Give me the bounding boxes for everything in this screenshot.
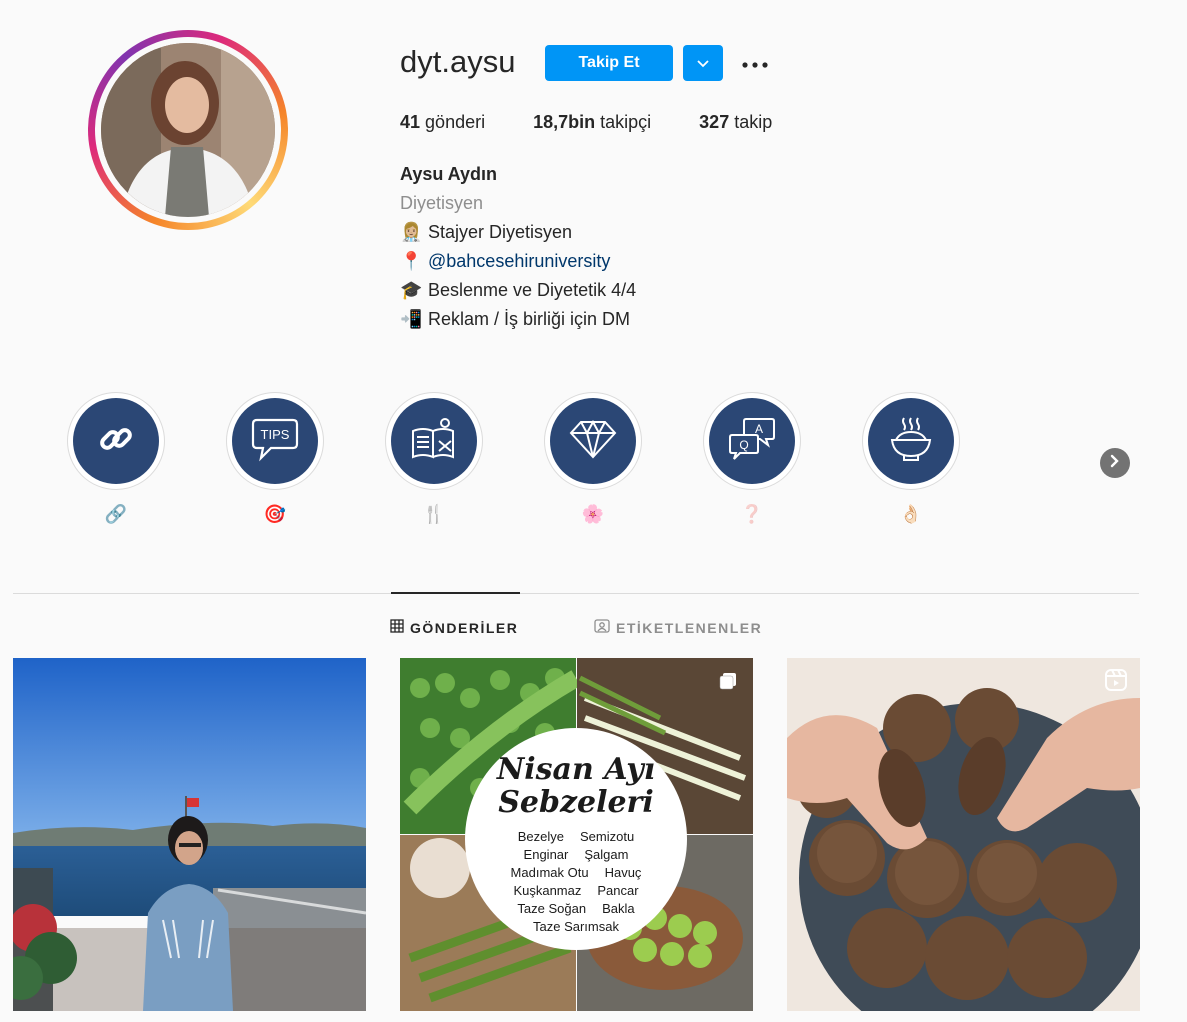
highlight-item[interactable]: TIPS 🎯 (225, 392, 325, 526)
profile-page: dyt.aysu Takip Et 41 gönderi 18,7bin tak… (0, 0, 1187, 1022)
graduation-cap-emoji: 🎓 (400, 280, 423, 300)
highlight-label: 🌸 (581, 504, 605, 524)
grid-icon (390, 619, 410, 636)
posts-count-stat: 41 gönderi (400, 112, 486, 132)
more-options-button[interactable] (740, 52, 770, 76)
carousel-icon (719, 672, 737, 690)
suggested-accounts-button[interactable] (683, 45, 723, 81)
link-icon (96, 419, 136, 464)
highlights-next-button[interactable] (1100, 448, 1130, 478)
tips-bubble-icon: TIPS (249, 416, 301, 467)
post-thumbnail[interactable] (787, 658, 1140, 1011)
recipe-book-icon (409, 417, 459, 466)
profile-stats: 41 gönderi 18,7bin takipçi 327 takip (400, 112, 820, 133)
reel-icon (1104, 668, 1128, 692)
highlight-label: ❓ (740, 504, 764, 524)
follow-button[interactable]: Takip Et (545, 45, 673, 81)
post-text-overlay: Nisan Ayı Sebzeleri Bezelye Semizotu Engi… (465, 728, 687, 950)
following-stat[interactable]: 327 takip (699, 112, 772, 133)
phone-arrow-emoji: 📲 (400, 309, 423, 329)
tagged-icon (594, 619, 616, 636)
tab-tagged[interactable]: ETİKETLENENLER (594, 619, 762, 636)
category-label: Diyetisyen (400, 193, 484, 213)
highlight-item[interactable]: 🔗 (66, 392, 166, 526)
pin-emoji: 📍 (400, 251, 423, 271)
post-thumbnail[interactable] (13, 658, 366, 1011)
university-mention-link[interactable]: @bahcesehiruniversity (428, 247, 610, 276)
post-title-line1: Nisan Ayı (496, 752, 656, 787)
svg-text:A: A (755, 422, 763, 436)
highlight-item[interactable]: 🌸 (543, 392, 643, 526)
post-thumbnail[interactable]: Nisan Ayı Sebzeleri Bezelye Semizotu Engi… (400, 658, 753, 1011)
avatar (101, 43, 275, 217)
diamond-icon (569, 419, 617, 464)
followers-stat[interactable]: 18,7bin takipçi (533, 112, 651, 133)
bio-line: 🎓 Beslenme ve Diyetetik 4/4 (400, 276, 636, 305)
vegetable-list: Bezelye Semizotu Enginar Şalgam Madımak Ot… (510, 829, 642, 934)
profile-avatar-story-ring[interactable] (88, 30, 288, 230)
highlight-item[interactable]: 👌🏻 (861, 392, 961, 526)
highlight-label: 🔗 (104, 504, 128, 524)
highlight-label: 👌🏻 (899, 504, 923, 524)
highlight-label: 🍴 (422, 504, 446, 524)
ellipsis-icon (742, 55, 768, 73)
qa-bubble-icon: AQ (726, 415, 778, 468)
food-bowl-icon (886, 416, 936, 467)
highlight-item[interactable]: AQ ❓ (702, 392, 802, 526)
username: dyt.aysu (400, 44, 516, 79)
chevron-down-icon (697, 56, 709, 71)
bio-line: 👩🏼‍⚕️ Stajyer Diyetisyen (400, 218, 636, 247)
bio-line: 📲 Reklam / İş birliği için DM (400, 305, 636, 334)
svg-text:TIPS: TIPS (261, 427, 290, 442)
tab-posts[interactable]: GÖNDERİLER (390, 619, 518, 636)
highlight-item[interactable]: 🍴 (384, 392, 484, 526)
highlight-label: 🎯 (263, 504, 287, 524)
health-worker-emoji: 👩🏼‍⚕️ (400, 222, 423, 242)
profile-bio: Aysu Aydın Diyetisyen 👩🏼‍⚕️ Stajyer Diye… (400, 160, 636, 334)
svg-text:Q: Q (739, 438, 748, 452)
post-title-line2: Sebzeleri (498, 785, 654, 820)
bio-line: 📍 @bahcesehiruniversity (400, 247, 636, 276)
active-tab-indicator (391, 592, 520, 594)
full-name: Aysu Aydın (400, 164, 498, 184)
chevron-right-icon (1110, 454, 1120, 473)
tabs-divider (13, 593, 1139, 594)
